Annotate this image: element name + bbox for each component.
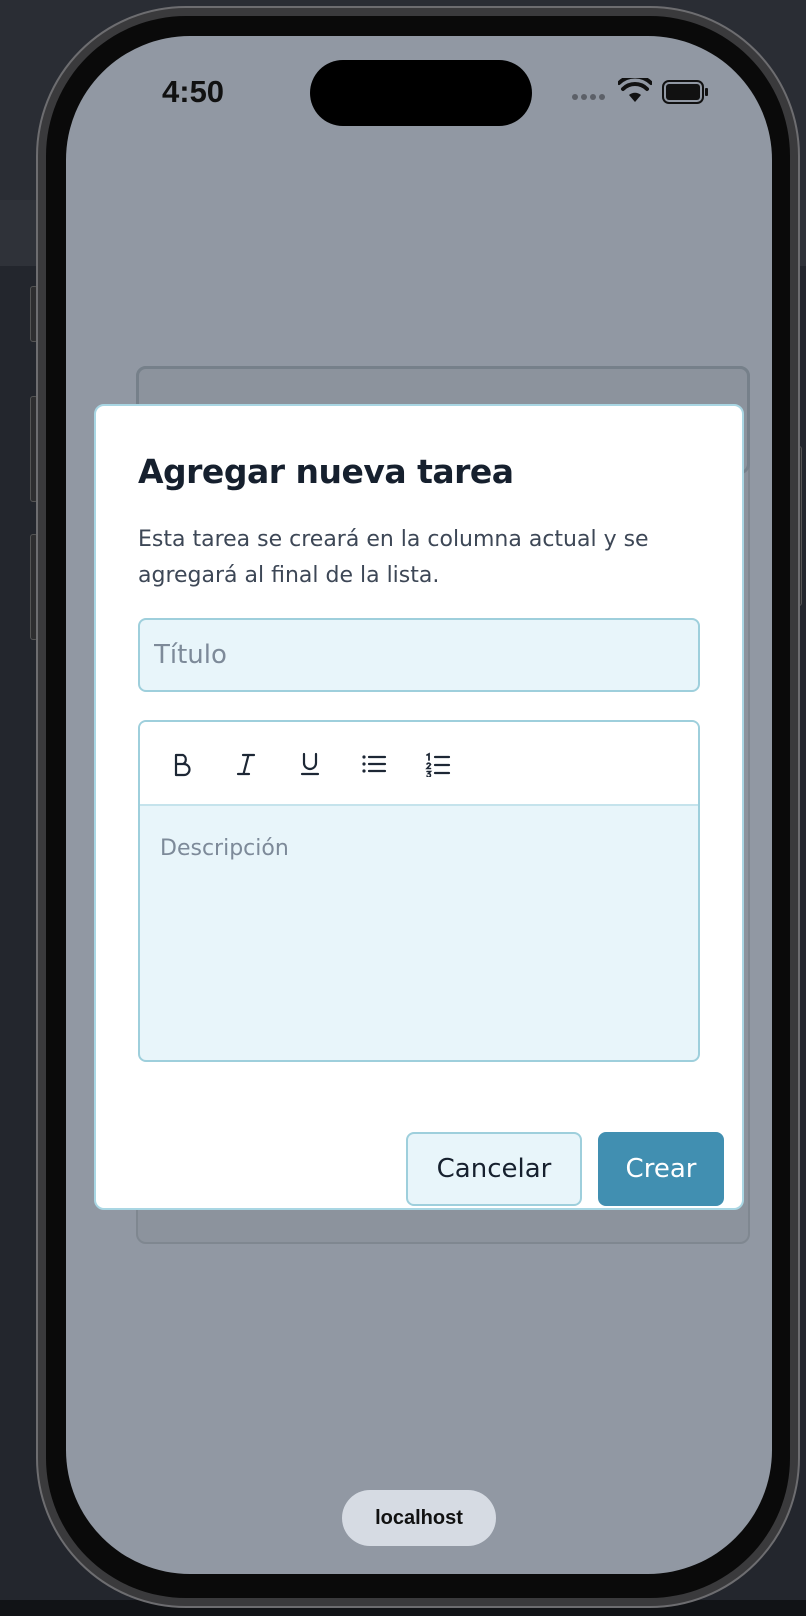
cancel-button[interactable]: Cancelar	[406, 1132, 582, 1206]
description-editor: Descripción	[138, 720, 700, 1062]
url-bar[interactable]: localhost	[342, 1490, 496, 1546]
battery-icon	[662, 80, 708, 104]
underline-button[interactable]	[288, 742, 332, 786]
url-text: localhost	[375, 1506, 463, 1529]
bold-button[interactable]	[160, 742, 204, 786]
underline-icon	[300, 752, 320, 776]
editor-toolbar	[140, 722, 698, 806]
phone-screen: 4:50 Agregar nueva tarea Esta tarea se c…	[66, 36, 772, 1574]
dialog-description: Esta tarea se creará en la columna actua…	[138, 527, 649, 588]
add-task-dialog: Agregar nueva tarea Esta tarea se creará…	[94, 404, 744, 1210]
create-button[interactable]: Crear	[598, 1132, 724, 1206]
title-input[interactable]	[138, 618, 700, 692]
bullet-list-icon	[362, 755, 387, 773]
bold-icon	[174, 753, 191, 777]
italic-icon	[236, 753, 256, 776]
numbered-list-button[interactable]	[416, 742, 460, 786]
dynamic-island	[310, 60, 532, 126]
description-placeholder: Descripción	[160, 836, 289, 861]
status-time: 4:50	[162, 74, 225, 109]
description-textarea[interactable]: Descripción	[140, 808, 698, 1060]
cellular-signal-icon	[572, 94, 605, 100]
wifi-icon	[618, 78, 652, 102]
dialog-title: Agregar nueva tarea	[138, 452, 514, 491]
numbered-list-icon	[425, 752, 451, 777]
bullet-list-button[interactable]	[352, 742, 396, 786]
italic-button[interactable]	[224, 742, 268, 786]
